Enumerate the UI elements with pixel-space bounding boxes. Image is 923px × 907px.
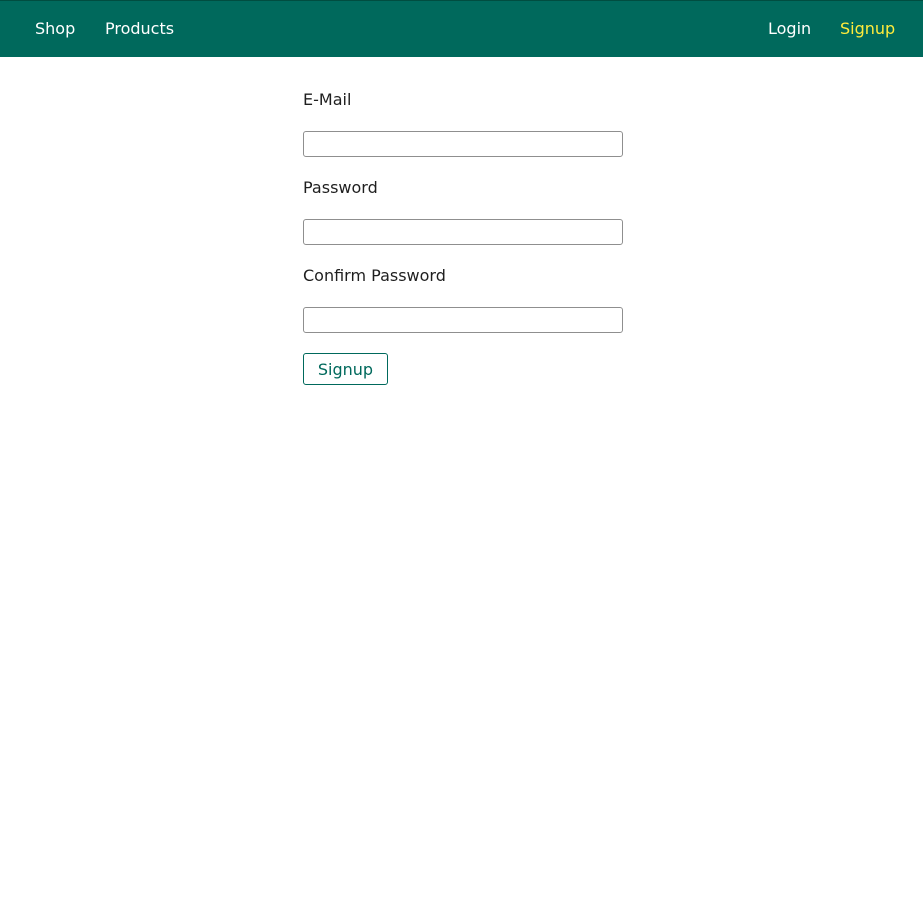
password-field[interactable] xyxy=(303,219,623,245)
signup-button[interactable]: Signup xyxy=(303,353,388,385)
nav-signup-link[interactable]: Signup xyxy=(840,19,895,39)
nav-products-link[interactable]: Products xyxy=(105,19,174,39)
confirm-password-label: Confirm Password xyxy=(303,266,446,285)
password-label: Password xyxy=(303,178,378,197)
email-label: E-Mail xyxy=(303,90,352,109)
main-header: Shop Products Login Signup xyxy=(0,0,923,57)
nav-login-link[interactable]: Login xyxy=(768,19,811,39)
confirm-password-field[interactable] xyxy=(303,307,623,333)
nav-shop-link[interactable]: Shop xyxy=(35,19,75,39)
email-field[interactable] xyxy=(303,131,623,157)
